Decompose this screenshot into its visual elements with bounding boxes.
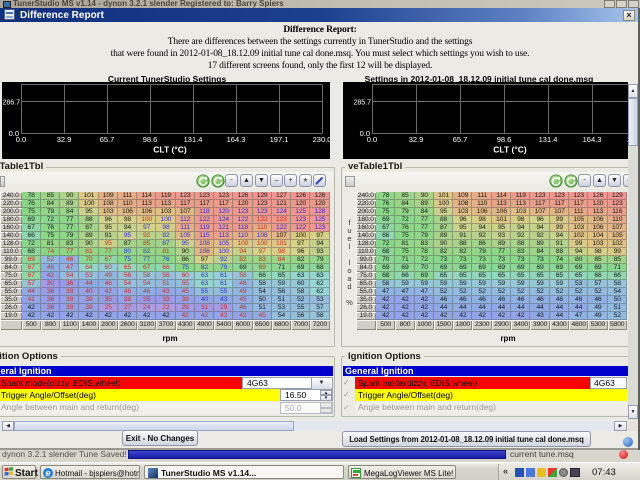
svg-text:164.3: 164.3 — [583, 135, 602, 144]
svg-text:65.7: 65.7 — [100, 135, 115, 144]
svg-text:285.7: 285.7 — [353, 100, 371, 107]
svg-text:197.1: 197.1 — [270, 135, 289, 144]
svg-text:230.0: 230.0 — [313, 135, 330, 144]
svg-text:164.3: 164.3 — [227, 135, 246, 144]
svg-text:CLT (°C): CLT (°C) — [493, 145, 527, 155]
svg-text:32.9: 32.9 — [409, 135, 424, 144]
svg-text:32.9: 32.9 — [57, 135, 72, 144]
svg-text:0.0: 0.0 — [16, 135, 26, 144]
svg-text:131.4: 131.4 — [184, 135, 203, 144]
svg-text:98.6: 98.6 — [497, 135, 512, 144]
svg-text:65.7: 65.7 — [453, 135, 468, 144]
svg-text:131.4: 131.4 — [539, 135, 558, 144]
svg-text:0.0: 0.0 — [367, 135, 377, 144]
svg-text:286.7: 286.7 — [2, 100, 20, 107]
svg-text:98.6: 98.6 — [143, 135, 158, 144]
svg-text:CLT (°C): CLT (°C) — [153, 145, 187, 155]
